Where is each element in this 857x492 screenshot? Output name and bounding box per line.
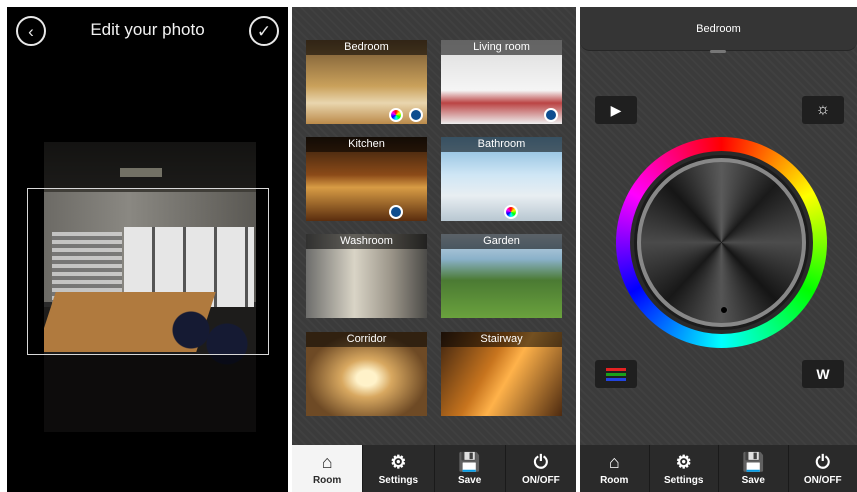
- home-icon: ⌂: [321, 451, 333, 472]
- tab-label: ON/OFF: [521, 474, 560, 486]
- rgb-mode-button[interactable]: [595, 360, 637, 388]
- check-icon: ✓: [256, 21, 272, 41]
- room-tile-washroom[interactable]: Washroom: [306, 234, 427, 318]
- room-tile-stairway[interactable]: Stairway: [441, 332, 562, 416]
- tab-save[interactable]: 💾 Save: [719, 445, 789, 492]
- power-icon: ⏻: [815, 451, 830, 472]
- tab-label: Settings: [664, 474, 704, 486]
- knob-indicator: [720, 306, 728, 314]
- tab-label: Save: [457, 474, 482, 486]
- tab-on-off[interactable]: ⏻ ON/OFF: [789, 445, 857, 492]
- white-label: W: [816, 366, 830, 382]
- tab-label: Settings: [378, 474, 419, 486]
- room-label: Living room: [441, 40, 562, 55]
- white-mode-button[interactable]: W: [802, 360, 844, 388]
- status-dot-icon: [544, 108, 558, 122]
- room-tile-garden[interactable]: Garden: [441, 234, 562, 318]
- color-controller-panel: Bedroom ▶ ☼ W ⌂ Room ⚙ Settings 💾 Save ⏻…: [580, 7, 857, 492]
- crop-frame[interactable]: [27, 188, 269, 355]
- screen: ‹ Edit your photo ✓ Bedroom Living room …: [0, 0, 857, 492]
- save-icon: 💾: [742, 451, 765, 472]
- room-tile-kitchen[interactable]: Kitchen: [306, 137, 427, 221]
- status-dot-icon: [409, 108, 423, 122]
- page-title: Edit your photo: [90, 20, 205, 39]
- bottom-tab-bar: ⌂ Room ⚙ Settings 💾 Save ⏻ ON/OFF: [580, 445, 857, 492]
- room-label: Corridor: [306, 332, 427, 347]
- tab-label: ON/OFF: [803, 474, 842, 486]
- drag-handle[interactable]: [710, 50, 726, 53]
- tab-label: Room: [312, 474, 342, 486]
- room-label: Stairway: [441, 332, 562, 347]
- color-knob[interactable]: [637, 158, 806, 327]
- gear-icon: ⚙: [675, 451, 692, 472]
- tab-label: Room: [600, 474, 629, 486]
- tab-settings[interactable]: ⚙ Settings: [363, 445, 435, 492]
- status-dot-icon: [389, 205, 403, 219]
- rgb-stripes-icon: [606, 367, 626, 381]
- play-icon: ▶: [610, 101, 622, 118]
- room-label: Bathroom: [441, 137, 562, 152]
- room-tile-living-room[interactable]: Living room: [441, 40, 562, 124]
- bottom-tab-bar: ⌂ Room ⚙ Settings 💾 Save ⏻ ON/OFF: [292, 445, 576, 492]
- room-tile-bathroom[interactable]: Bathroom: [441, 137, 562, 221]
- color-wheel-icon: [389, 108, 403, 122]
- room-title: Bedroom: [696, 23, 741, 35]
- gear-icon: ⚙: [390, 451, 407, 472]
- tab-label: Save: [741, 474, 765, 486]
- play-mode-button[interactable]: ▶: [595, 96, 637, 124]
- room-label: Bedroom: [306, 40, 427, 55]
- tab-on-off[interactable]: ⏻ ON/OFF: [506, 445, 576, 492]
- tab-save[interactable]: 💾 Save: [435, 445, 506, 492]
- home-icon: ⌂: [608, 451, 620, 472]
- power-icon: ⏻: [533, 451, 548, 472]
- room-tile-bedroom[interactable]: Bedroom: [306, 40, 427, 124]
- room-list-panel: Bedroom Living room Kitchen Bathroom Was…: [292, 7, 576, 492]
- room-label: Kitchen: [306, 137, 427, 152]
- color-wheel-icon: [504, 205, 518, 219]
- tab-room[interactable]: ⌂ Room: [292, 445, 364, 492]
- room-label: Garden: [441, 234, 562, 249]
- photo-editor-panel: ‹ Edit your photo ✓: [7, 7, 288, 492]
- save-icon: 💾: [458, 451, 481, 472]
- room-tile-corridor[interactable]: Corridor: [306, 332, 427, 416]
- room-header[interactable]: Bedroom: [580, 7, 857, 51]
- tab-room[interactable]: ⌂ Room: [580, 445, 650, 492]
- tab-settings[interactable]: ⚙ Settings: [650, 445, 719, 492]
- brightness-button[interactable]: ☼: [802, 96, 844, 124]
- color-wheel[interactable]: [616, 137, 827, 348]
- room-label: Washroom: [306, 234, 427, 249]
- sun-icon: ☼: [815, 101, 831, 118]
- confirm-button[interactable]: ✓: [249, 16, 279, 46]
